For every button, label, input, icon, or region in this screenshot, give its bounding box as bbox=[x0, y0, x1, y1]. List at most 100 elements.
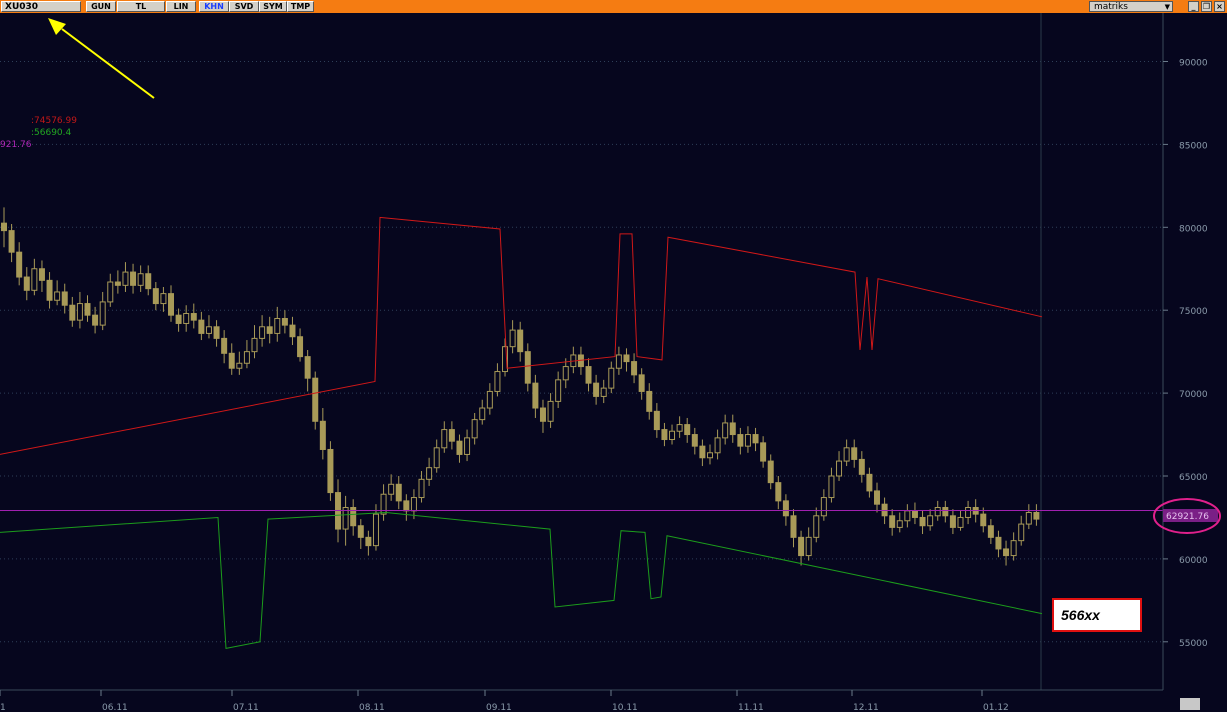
candle-body bbox=[76, 303, 83, 321]
candle-body bbox=[873, 490, 880, 505]
candle-body bbox=[828, 475, 835, 499]
x-tick-label: 08.11 bbox=[359, 703, 385, 712]
btn-sym[interactable]: SYM bbox=[259, 1, 287, 12]
close-icon[interactable]: × bbox=[1214, 1, 1225, 12]
candle-body bbox=[190, 313, 197, 321]
candle-body bbox=[198, 319, 205, 334]
candle-body bbox=[562, 366, 569, 381]
candle-body bbox=[896, 520, 903, 528]
candle-body bbox=[183, 313, 190, 324]
candle-body bbox=[995, 536, 1002, 550]
brand-selector[interactable]: matriks ▼ bbox=[1089, 1, 1173, 12]
candle-body bbox=[380, 493, 387, 515]
candle-body bbox=[942, 507, 949, 517]
candle-body bbox=[228, 352, 235, 369]
candle-body bbox=[471, 419, 478, 439]
candle-body bbox=[653, 410, 660, 431]
candle-body bbox=[1010, 540, 1017, 557]
candle-body bbox=[46, 279, 53, 301]
candle-body bbox=[160, 293, 167, 305]
top-toolbar: XU030 GUN TL LIN KHN SVD SYM TMP matriks… bbox=[0, 0, 1227, 13]
x-tick-label: 1 bbox=[0, 703, 6, 712]
candle-body bbox=[243, 351, 250, 364]
candle-body bbox=[691, 434, 698, 447]
btn-gun[interactable]: GUN bbox=[86, 1, 116, 12]
candle-body bbox=[274, 317, 281, 334]
candle-body bbox=[836, 460, 843, 477]
candle-body bbox=[904, 510, 911, 522]
candle-body bbox=[54, 291, 61, 301]
candle-body bbox=[805, 536, 812, 557]
candle-body bbox=[737, 434, 744, 447]
candle-body bbox=[259, 326, 266, 339]
candle-body bbox=[236, 362, 243, 369]
y-tick-label: 65000 bbox=[1179, 473, 1208, 483]
y-tick-label: 80000 bbox=[1179, 224, 1208, 234]
candle-body bbox=[61, 291, 68, 306]
price-chart[interactable]: 55000 60000 65000 70000 75000 80000 85000 90000… bbox=[0, 13, 1227, 712]
btn-tmp[interactable]: TMP bbox=[287, 1, 314, 12]
candle-body bbox=[600, 387, 607, 397]
minimize-icon[interactable]: _ bbox=[1188, 1, 1199, 12]
candle-body bbox=[221, 337, 228, 354]
scroll-corner[interactable] bbox=[1180, 698, 1200, 710]
candle-body bbox=[281, 317, 288, 326]
candle-body bbox=[410, 497, 417, 512]
candle-body bbox=[676, 424, 683, 432]
candle-body bbox=[69, 304, 76, 321]
x-tick-label: 01.12 bbox=[983, 703, 1009, 712]
candle-body bbox=[175, 314, 182, 324]
candle-body bbox=[744, 434, 751, 447]
candle-body bbox=[38, 268, 45, 281]
candle-body bbox=[919, 516, 926, 527]
brand-label: matriks bbox=[1094, 2, 1128, 12]
candle-body bbox=[395, 483, 402, 502]
candle-body bbox=[608, 367, 615, 389]
candle-body bbox=[1003, 548, 1010, 557]
btn-tl[interactable]: TL bbox=[117, 1, 165, 12]
candle-body bbox=[16, 251, 23, 278]
x-tick-label: 12.11 bbox=[853, 703, 879, 712]
candle-body bbox=[289, 324, 296, 338]
candle-body bbox=[130, 271, 137, 286]
candle-body bbox=[631, 361, 638, 376]
candle-body bbox=[8, 230, 15, 253]
candle-body bbox=[547, 400, 554, 422]
symbol-input[interactable]: XU030 bbox=[1, 1, 81, 12]
y-tick-label: 60000 bbox=[1179, 556, 1208, 566]
legend-lower-value: :56690.4 bbox=[31, 128, 72, 138]
x-tick-label: 09.11 bbox=[486, 703, 512, 712]
candle-body bbox=[775, 482, 782, 502]
candle-body bbox=[843, 447, 850, 462]
x-tick-label: 11.11 bbox=[738, 703, 764, 712]
y-tick-label: 90000 bbox=[1179, 59, 1208, 69]
y-tick-label: 85000 bbox=[1179, 141, 1208, 151]
candle-body bbox=[615, 354, 622, 369]
candle-body bbox=[448, 429, 455, 442]
candle-body bbox=[388, 483, 395, 495]
btn-svd[interactable]: SVD bbox=[229, 1, 259, 12]
candle-body bbox=[524, 351, 531, 384]
candle-body bbox=[585, 366, 592, 384]
y-tick-label: 55000 bbox=[1179, 639, 1208, 649]
candle-body bbox=[509, 329, 516, 348]
candle-body bbox=[372, 513, 379, 547]
candle-body bbox=[987, 525, 994, 538]
candle-body bbox=[486, 390, 493, 409]
candle-body bbox=[251, 337, 258, 353]
restore-icon[interactable]: ❐ bbox=[1201, 1, 1212, 12]
x-tick-label: 06.11 bbox=[102, 703, 128, 712]
btn-lin[interactable]: LIN bbox=[166, 1, 196, 12]
candle-body bbox=[426, 467, 433, 480]
candle-body bbox=[684, 424, 691, 436]
btn-khn[interactable]: KHN bbox=[199, 1, 229, 12]
x-tick-label: 10.11 bbox=[612, 703, 638, 712]
x-tick-label: 07.11 bbox=[233, 703, 259, 712]
candle-body bbox=[722, 422, 729, 439]
candle-body bbox=[107, 281, 114, 303]
candle-body bbox=[137, 273, 144, 286]
candle-body bbox=[889, 515, 896, 528]
candle-body bbox=[623, 354, 630, 363]
candle-body bbox=[31, 268, 38, 291]
candle-body bbox=[266, 326, 273, 334]
